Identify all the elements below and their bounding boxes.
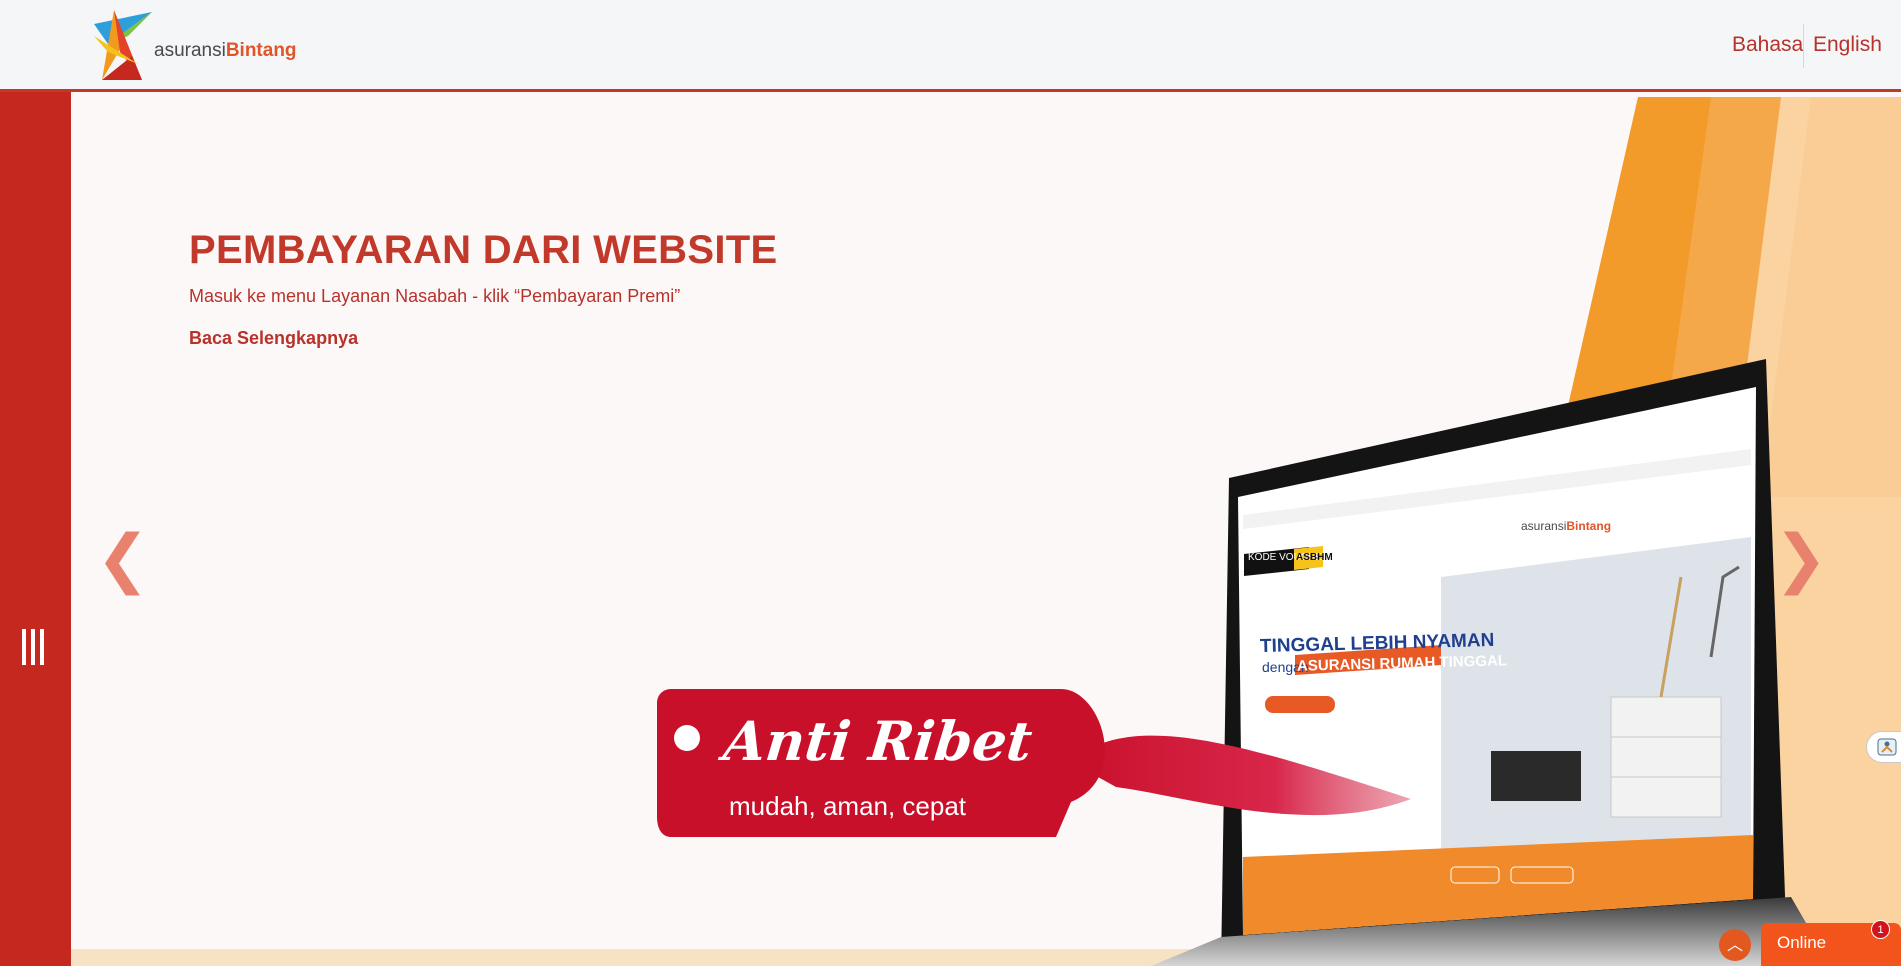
read-more-link[interactable]: Baca Selengkapnya (189, 328, 358, 349)
star-logo-icon (94, 10, 152, 80)
tagline-label: mudah, aman, cepat (729, 791, 967, 821)
chevron-up-icon: ︿ (1726, 935, 1743, 954)
accessibility-widget-tab[interactable] (1866, 731, 1901, 763)
screen-logo-prefix: asuransi (1521, 519, 1567, 533)
next-slide-arrow[interactable]: ❯ (1774, 527, 1828, 591)
slide-subtitle: Masuk ke menu Layanan Nasabah - klik “Pe… (189, 286, 681, 306)
site-header: asuransiBintang Bahasa English (0, 0, 1901, 92)
logo-wordmark-brand: Bintang (225, 40, 297, 61)
language-english-link[interactable]: English (1813, 33, 1882, 57)
chat-label: Online (1777, 933, 1827, 952)
language-bahasa-link[interactable]: Bahasa (1732, 33, 1803, 57)
side-menu-bar (0, 92, 71, 966)
screen-logo-brand: Bintang (1566, 519, 1612, 533)
menu-icon[interactable] (22, 629, 48, 665)
logo-wordmark-prefix: asuransi (154, 40, 226, 61)
chat-notification-badge: 1 (1871, 920, 1890, 939)
previous-slide-arrow[interactable]: ❮ (96, 527, 150, 591)
screen-voucher-code: ASBHM (1296, 552, 1333, 563)
hero-slider: PEMBAYARAN DARI WEBSITE Masuk ke menu La… (71, 97, 1901, 966)
accessibility-icon (1877, 738, 1897, 756)
site-logo[interactable]: asuransiBintang (88, 6, 297, 86)
screen-logo: asuransiBintang (1521, 519, 1611, 533)
logo-wordmark: asuransiBintang (154, 40, 297, 62)
online-chat-button[interactable]: Online 1 (1761, 920, 1901, 966)
scroll-to-top-button[interactable]: ︿ (1719, 929, 1751, 961)
anti-ribet-label: Anti Ribet (720, 709, 1036, 773)
language-divider (1803, 24, 1804, 68)
slide-title: PEMBAYARAN DARI WEBSITE (189, 228, 778, 272)
